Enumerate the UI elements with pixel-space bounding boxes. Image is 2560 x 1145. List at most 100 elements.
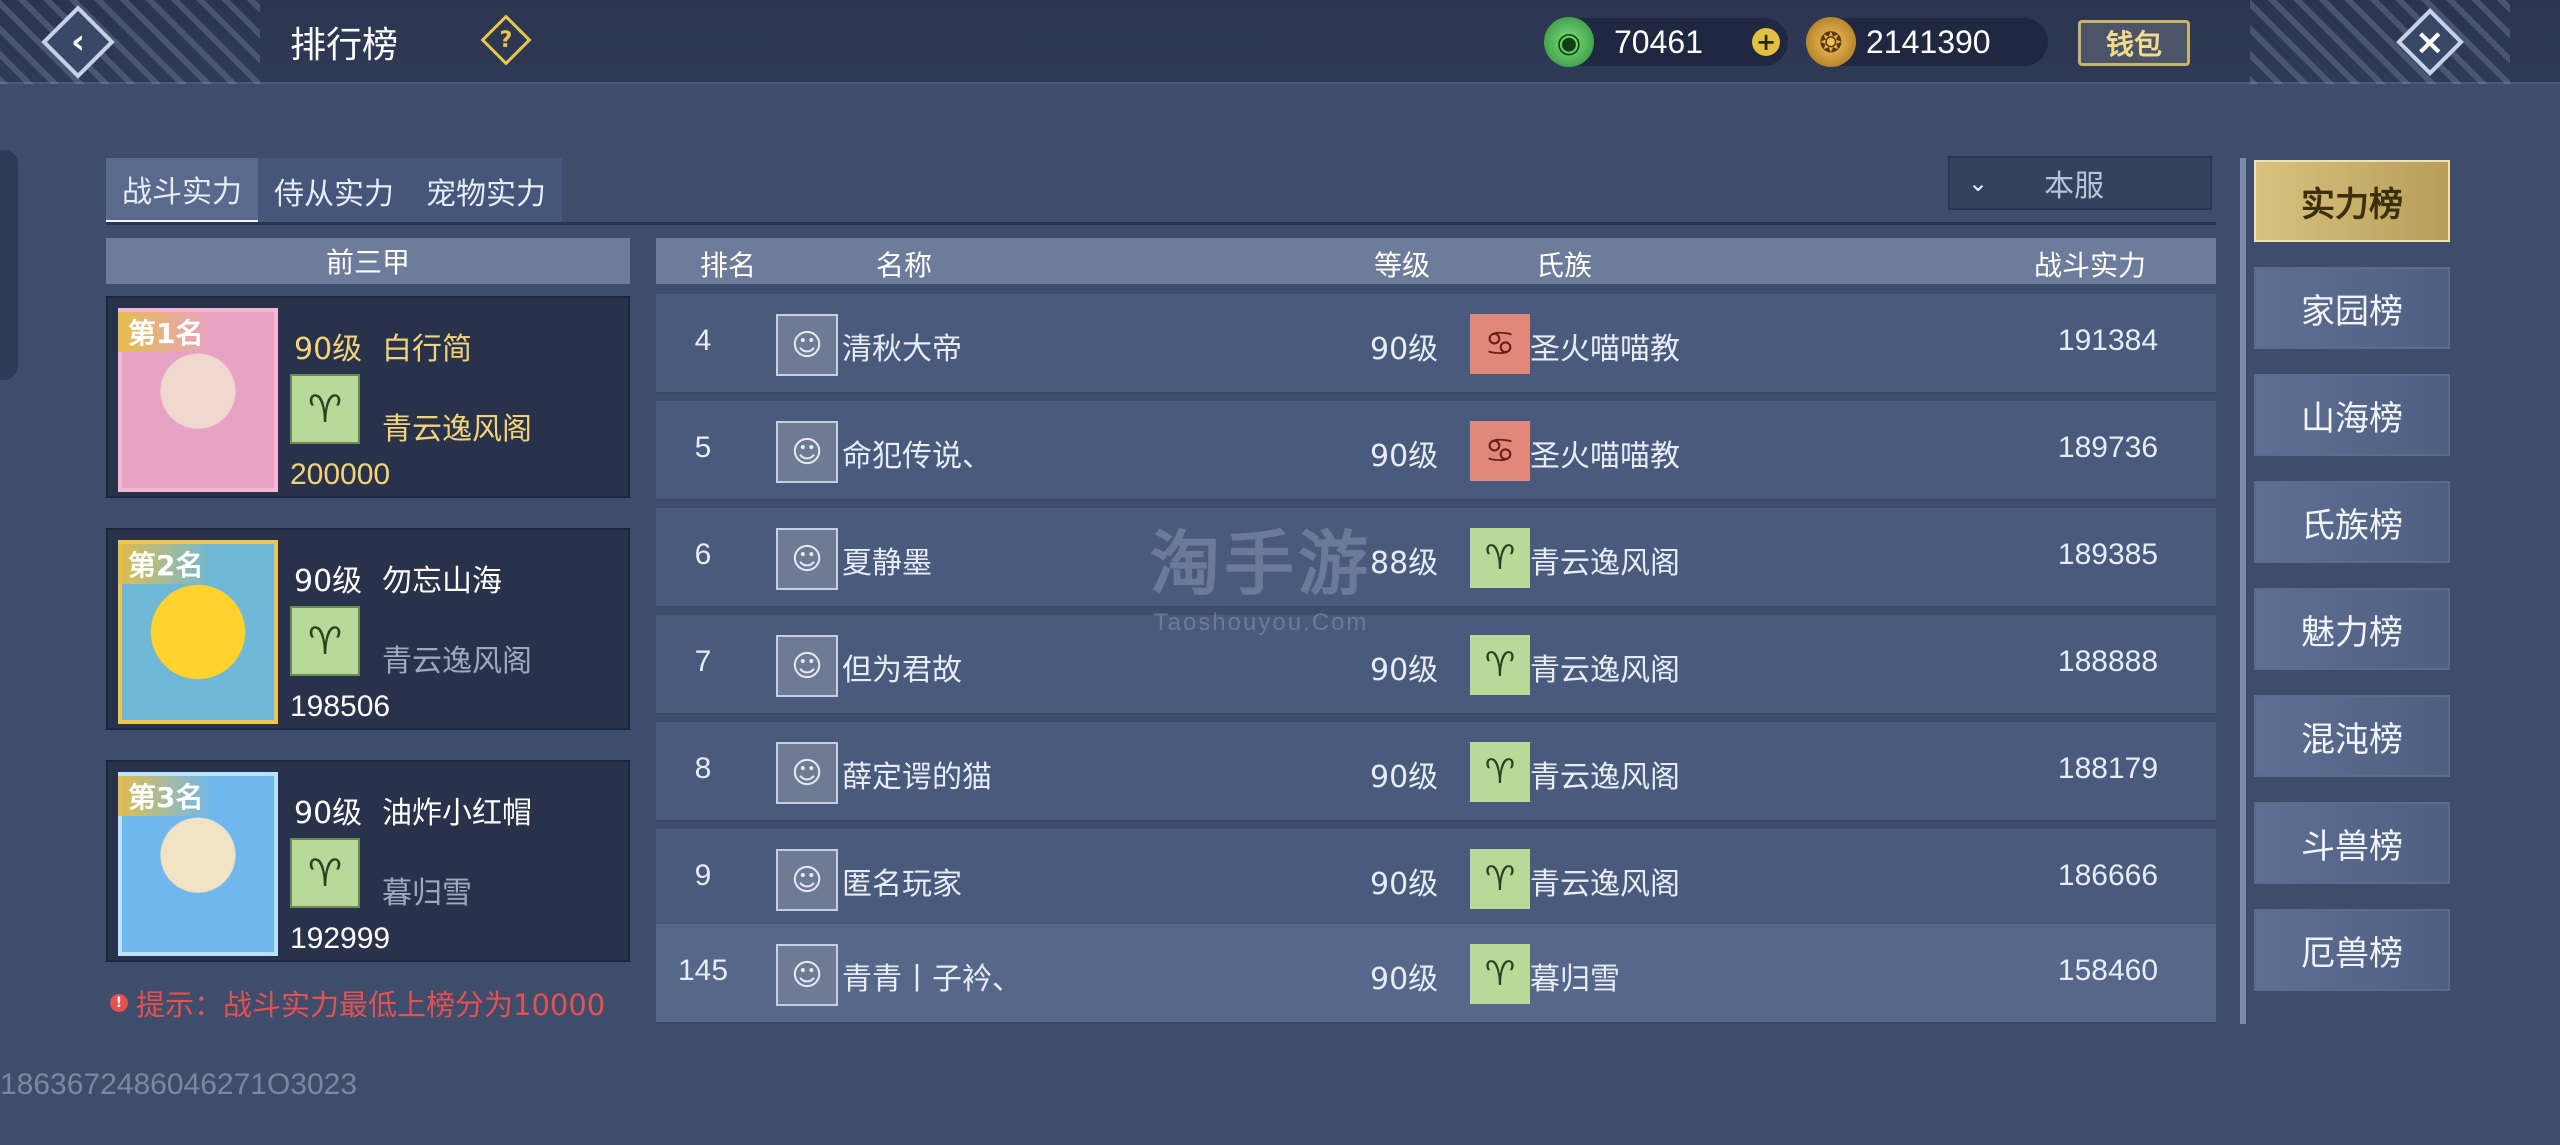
table-header: 排名 名称 等级 氏族 战斗实力 [656,238,2216,284]
clan-emblem-icon: ♈ [1470,635,1530,695]
top-bar: ‹ 排行榜 ? ◉ 70461 + ❂ 2141390 钱包 × [0,0,2560,84]
clan-emblem-icon: ♈ [290,374,360,444]
close-icon: × [2414,21,2446,63]
combat-power: 189385 [2057,538,2158,571]
tab-combat-power[interactable]: 战斗实力 [106,158,258,224]
player-name: 油炸小红帽 [382,796,532,831]
clan-emblem-icon: ♈ [290,606,360,676]
player-name: 薛定谔的猫 [842,760,992,795]
side-menu-item[interactable]: 斗兽榜 [2254,802,2450,884]
gold-currency: ❂ 2141390 [1806,17,2048,67]
table-row[interactable]: 9 ☺ 匿名玩家 90级 ♈ 青云逸风阁 186666 [656,829,2216,929]
hint-label: 提示：战斗实力最低上榜分为10000 [136,988,606,1022]
clan-emblem-icon: ♈ [290,838,360,908]
player-name: 但为君故 [842,653,962,688]
combat-power: 192999 [290,922,391,955]
combat-power: 158460 [2057,954,2158,987]
server-filter-dropdown[interactable]: ⌄ 本服 [1948,156,2212,210]
top-card-2[interactable]: 第2名 90级 勿忘山海 ♈ 青云逸风阁 198506 [106,528,630,730]
rank-number: 8 [694,752,712,785]
top-three-header: 前三甲 [106,238,630,284]
clan-name: 青云逸风阁 [1530,546,1680,581]
combat-power: 191384 [2057,324,2158,357]
player-name: 清秋大帝 [842,332,962,367]
table-row[interactable]: 7 ☺ 但为君故 90级 ♈ 青云逸风阁 188888 [656,615,2216,715]
clan-emblem-icon: ♈ [1470,944,1530,1004]
side-menu-item[interactable]: 混沌榜 [2254,695,2450,777]
rank-badge: 第2名 [118,544,214,584]
clan-name: 青云逸风阁 [1530,760,1680,795]
player-level: 90级 [1370,962,1439,997]
jade-amount: 70461 [1614,23,1703,60]
wallet-button[interactable]: 钱包 [2078,20,2190,66]
player-name: 匿名玩家 [842,867,962,902]
player-level: 90级 [294,332,363,367]
player-level: 90级 [1370,439,1439,474]
rank-number: 7 [694,645,712,678]
player-level: 90级 [294,796,363,831]
player-level: 90级 [1370,760,1439,795]
page-title: 排行榜 [290,25,399,66]
combat-power: 200000 [290,458,391,491]
player-level: 90级 [1370,332,1439,367]
gold-amount: 2141390 [1866,23,1991,60]
tab-pet-power[interactable]: 宠物实力 [410,158,562,224]
top-card-3[interactable]: 第3名 90级 油炸小红帽 ♈ 暮归雪 192999 [106,760,630,962]
tab-servant-power[interactable]: 侍从实力 [258,158,410,224]
player-level: 90级 [294,564,363,599]
clan-emblem-icon: ♈ [1470,528,1530,588]
side-menu-item[interactable]: 厄兽榜 [2254,909,2450,991]
clan-name: 圣火喵喵教 [1530,439,1680,474]
clan-name: 青云逸风阁 [382,644,532,679]
user-id: 1863672486046271O3023 [0,1068,358,1101]
combat-power: 189736 [2057,431,2158,464]
watermark-sub: Taoshouyou.Com [1153,609,1369,636]
table-row[interactable]: 6 ☺ 夏静墨 88级 ♈ 青云逸风阁 189385 [656,508,2216,608]
clan-name: 圣火喵喵教 [1530,332,1680,367]
player-name: 夏静墨 [842,546,932,581]
clan-name: 青云逸风阁 [1530,867,1680,902]
rank-number: 145 [677,954,729,987]
jade-coin-icon: ◉ [1544,17,1594,67]
avatar: ☺ [776,742,838,804]
clan-emblem-icon: ♈ [1470,742,1530,802]
plus-icon[interactable]: + [1752,28,1780,56]
category-tabs: 战斗实力 侍从实力 宠物实力 [106,158,562,224]
close-button[interactable]: × [2330,0,2530,84]
avatar: ☺ [776,635,838,697]
scrollbar[interactable] [2240,158,2246,1024]
avatar: ☺ [776,314,838,376]
side-menu-item[interactable]: 实力榜 [2254,160,2450,242]
tabs-divider [106,222,2216,225]
side-menu-item[interactable]: 氏族榜 [2254,481,2450,563]
table-row[interactable]: 8 ☺ 薛定谔的猫 90级 ♈ 青云逸风阁 188179 [656,722,2216,822]
back-button[interactable]: ‹ [18,5,138,79]
clan-name: 暮归雪 [382,876,472,911]
avatar: ☺ [776,528,838,590]
table-row[interactable]: 4 ☺ 清秋大帝 90级 ♋ 圣火喵喵教 191384 [656,294,2216,394]
clan-emblem-icon: ♈ [1470,849,1530,909]
hint-text: ! 提示：战斗实力最低上榜分为10000 [110,982,605,1024]
avatar: ☺ [776,421,838,483]
side-menu-item[interactable]: 魅力榜 [2254,588,2450,670]
clan-name: 暮归雪 [1530,962,1620,997]
player-name: 白行简 [382,332,472,367]
rank-badge: 第1名 [118,312,214,352]
server-filter-value: 本服 [2044,169,2105,204]
side-menu-item[interactable]: 山海榜 [2254,374,2450,456]
clan-name: 青云逸风阁 [382,412,532,447]
side-menu-item[interactable]: 家园榜 [2254,267,2450,349]
column-power: 战斗实力 [2034,249,2147,282]
column-level: 等级 [1374,249,1431,282]
top-card-1[interactable]: 第1名 90级 白行简 ♈ 青云逸风阁 200000 [106,296,630,498]
my-rank-row[interactable]: 145 ☺ 青青丨子衿、 90级 ♈ 暮归雪 158460 [656,924,2216,1024]
gold-coin-icon: ❂ [1806,17,1856,67]
rank-number: 5 [694,431,712,464]
question-icon[interactable]: ? [480,14,532,66]
watermark-main: 淘手游 [1150,523,1372,605]
combat-power: 186666 [2057,859,2158,892]
side-pull-tab[interactable] [0,150,18,380]
table-row[interactable]: 5 ☺ 命犯传说、 90级 ♋ 圣火喵喵教 189736 [656,401,2216,501]
rank-number: 4 [694,324,712,357]
column-clan: 氏族 [1536,249,1593,282]
